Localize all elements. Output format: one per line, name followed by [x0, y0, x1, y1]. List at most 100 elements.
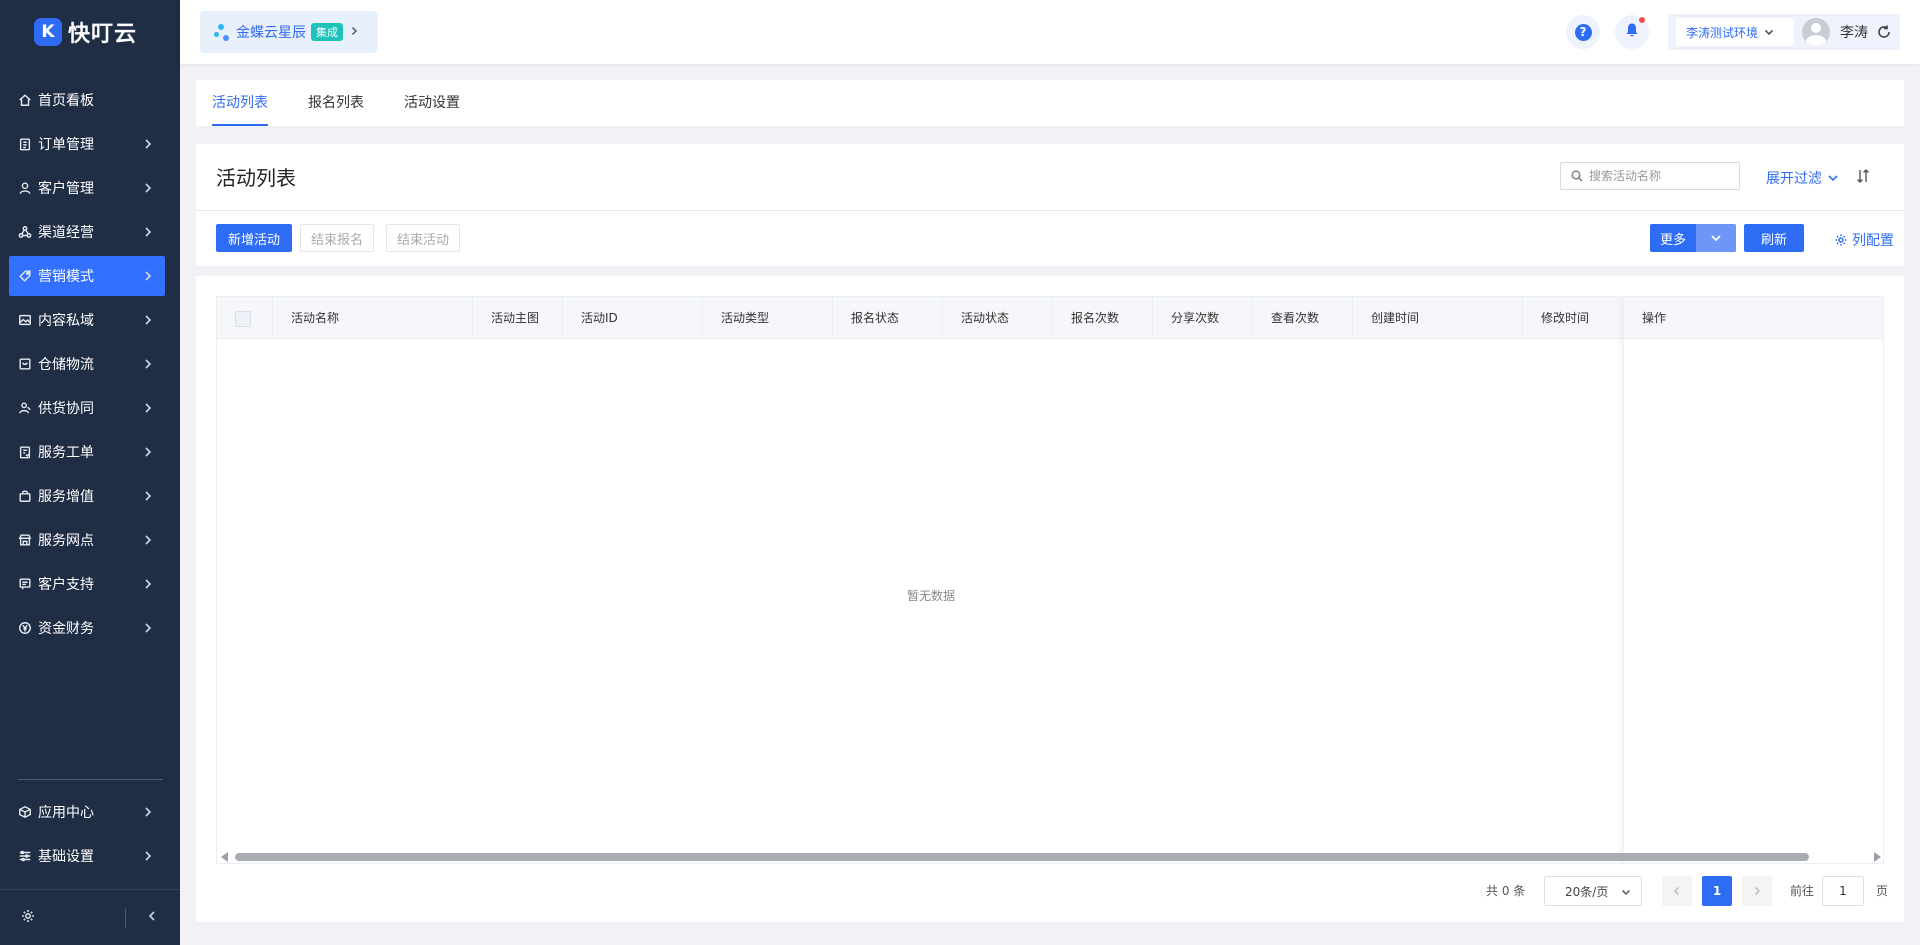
org-logo-icon: [214, 22, 230, 42]
goto-page-input[interactable]: [1822, 876, 1864, 906]
page-size-select[interactable]: 20条/页: [1544, 876, 1642, 906]
chevron-right-icon: [141, 357, 155, 371]
chevron-right-icon: [141, 489, 155, 503]
more-button[interactable]: 更多: [1650, 224, 1736, 252]
username[interactable]: 李涛: [1840, 22, 1868, 42]
column-header[interactable]: 修改时间: [1523, 297, 1623, 339]
sidebar-item-marketing[interactable]: 营销模式: [9, 256, 165, 296]
chevron-right-icon: [141, 313, 155, 327]
logo[interactable]: K 快叮云: [0, 0, 180, 64]
cube-icon: [17, 804, 33, 820]
bell-icon: [1624, 22, 1640, 42]
sidebar-item-customers[interactable]: 客户管理: [9, 168, 165, 208]
top-header: 金蝶云星辰 集成 ? 李涛测试环境 李涛: [180, 0, 1920, 64]
column-config-button[interactable]: 列配置: [1834, 230, 1894, 250]
chevron-down-icon: [1621, 889, 1631, 896]
column-header[interactable]: 创建时间: [1353, 297, 1523, 339]
scroll-right-icon[interactable]: [1874, 852, 1881, 862]
tab-activity-settings[interactable]: 活动设置: [404, 80, 460, 126]
scroll-left-icon[interactable]: [221, 852, 228, 862]
search-input[interactable]: [1589, 169, 1729, 183]
sidebar-item-value-added[interactable]: 服务增值: [9, 476, 165, 516]
yen-icon: [17, 620, 33, 636]
environment-label: 李涛测试环境: [1686, 25, 1759, 40]
sidebar-nav: 首页看板 订单管理 客户管理 渠道经营 营销模式 内容私域 仓储物流 供货协同 …: [0, 80, 180, 652]
search-box[interactable]: [1560, 162, 1740, 190]
column-header[interactable]: 报名次数: [1053, 297, 1153, 339]
chevron-right-icon: [141, 401, 155, 415]
environment-select[interactable]: 李涛测试环境: [1676, 18, 1794, 46]
sidebar-item-label: 服务网点: [38, 533, 94, 549]
horizontal-scrollbar[interactable]: [217, 849, 1883, 863]
sidebar-item-label: 客户管理: [38, 181, 94, 197]
sidebar-item-basic-settings[interactable]: 基础设置: [9, 836, 165, 876]
chevron-right-icon: [141, 805, 155, 819]
sidebar-item-customer-support[interactable]: 客户支持: [9, 564, 165, 604]
more-dropdown-toggle[interactable]: [1696, 224, 1736, 252]
sidebar-item-service-tickets[interactable]: 服务工单: [9, 432, 165, 472]
total-count: 共 0 条: [1486, 884, 1526, 898]
sidebar-item-label: 客户支持: [38, 577, 94, 593]
notification-dot: [1639, 17, 1645, 23]
column-header[interactable]: 活动状态: [943, 297, 1053, 339]
column-header[interactable]: 活动ID: [563, 297, 703, 339]
sort-icon[interactable]: [1856, 168, 1870, 184]
sidebar-item-label: 基础设置: [38, 849, 94, 865]
goto-label: 前往: [1790, 884, 1815, 898]
tab-signup-list[interactable]: 报名列表: [308, 80, 364, 126]
page-number-current[interactable]: 1: [1702, 876, 1732, 906]
column-header[interactable]: 分享次数: [1153, 297, 1253, 339]
avatar[interactable]: [1802, 18, 1830, 46]
sidebar-item-label: 首页看板: [38, 93, 94, 109]
refresh-icon[interactable]: [1876, 24, 1892, 40]
column-header[interactable]: 查看次数: [1253, 297, 1353, 339]
sidebar-item-app-center[interactable]: 应用中心: [9, 792, 165, 832]
store-icon: [17, 532, 33, 548]
fixed-actions-column: 操作: [1623, 297, 1883, 863]
new-activity-button[interactable]: 新增活动: [216, 224, 292, 252]
footer-separator: [125, 908, 126, 928]
chevron-right-icon: [141, 137, 155, 151]
channel-icon: [17, 224, 33, 240]
column-header[interactable]: 活动类型: [703, 297, 833, 339]
column-header[interactable]: 活动名称: [273, 297, 473, 339]
chevron-right-icon: [141, 849, 155, 863]
sidebar-item-label: 服务工单: [38, 445, 94, 461]
column-header[interactable]: 活动主图: [473, 297, 563, 339]
refresh-button[interactable]: 刷新: [1744, 224, 1804, 252]
sidebar-item-orders[interactable]: 订单管理: [9, 124, 165, 164]
help-button[interactable]: ?: [1566, 15, 1600, 49]
sidebar-item-service-points[interactable]: 服务网点: [9, 520, 165, 560]
sidebar-item-label: 资金财务: [38, 621, 94, 637]
next-page-button[interactable]: [1742, 876, 1772, 906]
bag-icon: [17, 488, 33, 504]
chevron-right-icon: [141, 445, 155, 459]
user-area: 李涛测试环境 李涛: [1668, 14, 1900, 50]
sidebar-item-label: 渠道经营: [38, 225, 94, 241]
sidebar-item-label: 供货协同: [38, 401, 94, 417]
sidebar-item-home[interactable]: 首页看板: [9, 80, 165, 120]
clipboard-icon: [17, 136, 33, 152]
sidebar-item-channels[interactable]: 渠道经营: [9, 212, 165, 252]
sidebar-item-finance[interactable]: 资金财务: [9, 608, 165, 648]
notifications-button[interactable]: [1615, 15, 1649, 49]
prev-page-button[interactable]: [1662, 876, 1692, 906]
sidebar-item-warehouse[interactable]: 仓储物流: [9, 344, 165, 384]
tab-activity-list[interactable]: 活动列表: [212, 80, 268, 126]
page-title: 活动列表: [216, 166, 296, 190]
gear-icon[interactable]: [20, 908, 36, 924]
sidebar-item-content[interactable]: 内容私域: [9, 300, 165, 340]
sidebar-item-supply[interactable]: 供货协同: [9, 388, 165, 428]
column-header[interactable]: 报名状态: [833, 297, 943, 339]
expand-filter-button[interactable]: 展开过滤: [1766, 168, 1839, 188]
scrollbar-thumb[interactable]: [235, 853, 1809, 861]
chevron-right-icon: [141, 269, 155, 283]
select-all-checkbox[interactable]: [235, 311, 251, 327]
chevron-right-icon: [141, 533, 155, 547]
end-activity-button[interactable]: 结束活动: [386, 224, 460, 252]
list-header-card: 活动列表 展开过滤 新增活动 结束报名 结束活动 更多 刷新 列配置: [196, 144, 1904, 266]
org-switcher[interactable]: 金蝶云星辰 集成: [200, 11, 378, 53]
more-label: 更多: [1659, 232, 1686, 248]
collapse-sidebar-icon[interactable]: [144, 908, 160, 924]
end-signup-button[interactable]: 结束报名: [300, 224, 374, 252]
